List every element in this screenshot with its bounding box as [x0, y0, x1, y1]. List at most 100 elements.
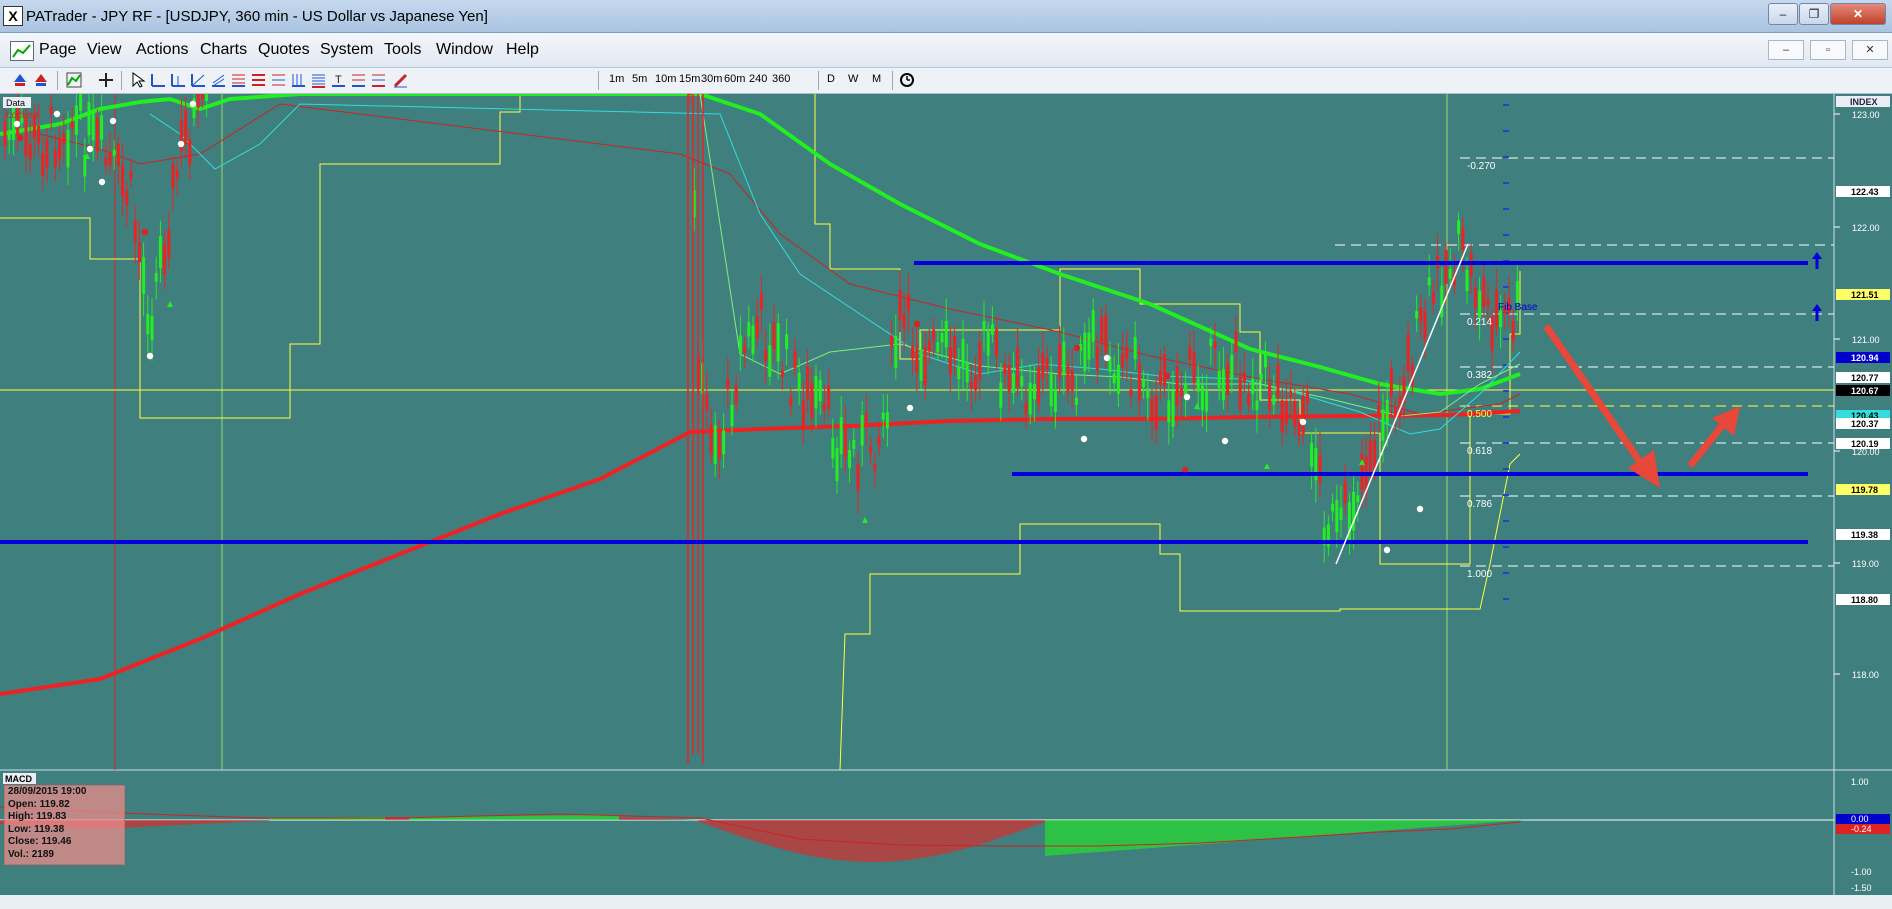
horizontal-line-icon[interactable]: [150, 72, 166, 88]
mdi-close-button[interactable]: ✕: [1852, 40, 1888, 60]
menu-actions[interactable]: Actions: [136, 41, 188, 59]
candle-body: [1041, 352, 1045, 379]
title-bar: X PATrader - JPY RF - [USDJPY, 360 min -…: [0, 0, 1892, 33]
candle-body: [764, 349, 768, 362]
signal-dot: [1299, 418, 1307, 426]
vertical-line-icon[interactable]: [170, 72, 186, 88]
mdi-restore-button[interactable]: ▫: [1810, 40, 1846, 60]
candle-body: [1053, 388, 1057, 413]
candle-body: [1020, 376, 1024, 387]
zoom-in-icon[interactable]: [12, 72, 28, 88]
timeframe-60m[interactable]: 60m: [724, 73, 745, 85]
candle-body: [62, 133, 66, 144]
info-high: High: 119.83: [8, 811, 67, 823]
timeframe-10m[interactable]: 10m: [655, 73, 676, 85]
menu-page[interactable]: Page: [39, 41, 76, 59]
zoom-out-icon[interactable]: [33, 72, 49, 88]
candle-body: [129, 170, 133, 180]
fib-label: 0.214: [1467, 317, 1492, 328]
candle-body: [1251, 378, 1255, 394]
candle-body: [1095, 345, 1099, 371]
candle-body: [184, 109, 188, 145]
signal-dot: [1103, 354, 1111, 362]
candle-body: [911, 345, 915, 359]
candle-body: [932, 329, 936, 341]
data-label: Data: [6, 98, 25, 108]
timeframe-monthly[interactable]: M: [872, 73, 881, 85]
candle-body: [713, 425, 717, 464]
candle-body: [843, 424, 847, 458]
price-chart-svg[interactable]: -0.270 0.214 0.382 0.500 0.618 0.786 1.0…: [0, 94, 1892, 909]
bottom-scroll-strip[interactable]: [0, 895, 1892, 909]
close-button[interactable]: ✕: [1830, 3, 1886, 25]
menu-window[interactable]: Window: [436, 41, 493, 59]
signal-dot: [1183, 393, 1191, 401]
candle-body: [1461, 227, 1465, 250]
candle-body: [797, 372, 801, 390]
menu-tools[interactable]: Tools: [384, 41, 421, 59]
candle-body: [890, 335, 894, 347]
candle-body: [1045, 358, 1049, 370]
trendline-icon[interactable]: [190, 72, 206, 88]
timeframe-30m[interactable]: 30m: [701, 73, 722, 85]
fib-fan-icon[interactable]: [250, 72, 266, 88]
crosshair-icon[interactable]: [98, 72, 114, 88]
regression-icon[interactable]: [350, 72, 366, 88]
andrews-pitchfork-icon[interactable]: [370, 72, 386, 88]
pencil-icon[interactable]: [392, 72, 408, 88]
channel-icon[interactable]: [210, 72, 226, 88]
price-flag-text: 121.51: [1851, 290, 1879, 300]
mdi-minimize-button[interactable]: –: [1768, 40, 1804, 60]
text-tool-icon[interactable]: T: [330, 72, 346, 88]
signal-dot: [913, 320, 921, 328]
candle-body: [1125, 346, 1129, 360]
candle-body: [1301, 395, 1305, 435]
signal-dot: [109, 117, 117, 125]
candle-body: [915, 347, 919, 373]
clock-icon[interactable]: [899, 72, 915, 88]
cycle-lines-icon[interactable]: [310, 72, 326, 88]
menu-quotes[interactable]: Quotes: [258, 41, 310, 59]
fib-label: 1.000: [1467, 569, 1492, 580]
menu-system[interactable]: System: [320, 41, 373, 59]
menu-help[interactable]: Help: [506, 41, 539, 59]
candle-body: [1188, 346, 1192, 361]
candle-body: [1171, 390, 1175, 427]
timeframe-daily[interactable]: D: [827, 73, 835, 85]
candle-body: [768, 345, 772, 378]
timeframe-weekly[interactable]: W: [848, 73, 858, 85]
timeframe-1m[interactable]: 1m: [609, 73, 624, 85]
minimize-button[interactable]: –: [1768, 3, 1798, 25]
chart-area[interactable]: -0.270 0.214 0.382 0.500 0.618 0.786 1.0…: [0, 94, 1892, 909]
pointer-icon[interactable]: [130, 72, 146, 88]
fib-arc-icon[interactable]: [270, 72, 286, 88]
price-panel[interactable]: [0, 94, 1834, 770]
fibonacci-icon[interactable]: [230, 72, 246, 88]
timeframe-240[interactable]: 240: [749, 73, 767, 85]
candle-body: [957, 366, 961, 380]
signal-dot: [141, 228, 149, 236]
candle-body: [982, 321, 986, 332]
candle-body: [1499, 310, 1503, 328]
candle-body: [1234, 331, 1238, 353]
timeframe-360[interactable]: 360: [772, 73, 790, 85]
timeframe-5m[interactable]: 5m: [632, 73, 647, 85]
candle-body: [1196, 378, 1200, 392]
maximize-button[interactable]: ❐: [1799, 3, 1829, 25]
candle-body: [112, 149, 116, 156]
gann-icon[interactable]: [290, 72, 306, 88]
candle-body: [1276, 364, 1280, 398]
timeframe-15m[interactable]: 15m: [679, 73, 700, 85]
app-icon[interactable]: X: [3, 6, 23, 26]
fib-label: 0.786: [1467, 499, 1492, 510]
candle-body: [852, 439, 856, 449]
price-flag-text: 119.38: [1851, 530, 1878, 540]
menu-view[interactable]: View: [87, 41, 121, 59]
signal-dot: [1163, 372, 1171, 380]
candle-body: [961, 339, 965, 368]
candle-body: [881, 412, 885, 420]
chart-type-icon[interactable]: [66, 72, 82, 88]
menu-charts[interactable]: Charts: [200, 41, 247, 59]
candle-body: [717, 433, 721, 459]
candle-body: [944, 320, 948, 348]
